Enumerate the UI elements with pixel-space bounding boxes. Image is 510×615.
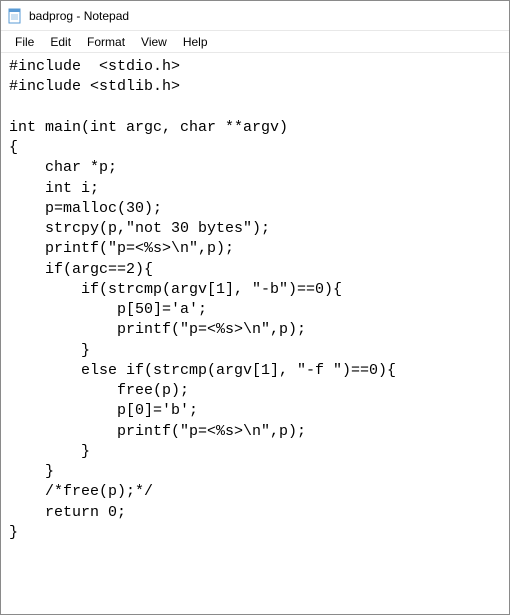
- menubar: File Edit Format View Help: [1, 31, 509, 53]
- menu-help[interactable]: Help: [175, 33, 216, 51]
- menu-format[interactable]: Format: [79, 33, 133, 51]
- notepad-icon: [7, 8, 23, 24]
- menu-view[interactable]: View: [133, 33, 175, 51]
- titlebar[interactable]: badprog - Notepad: [1, 1, 509, 31]
- window-title: badprog - Notepad: [29, 9, 129, 23]
- text-editor[interactable]: #include <stdio.h> #include <stdlib.h> i…: [1, 53, 509, 614]
- menu-file[interactable]: File: [7, 33, 42, 51]
- menu-edit[interactable]: Edit: [42, 33, 79, 51]
- notepad-window: badprog - Notepad File Edit Format View …: [0, 0, 510, 615]
